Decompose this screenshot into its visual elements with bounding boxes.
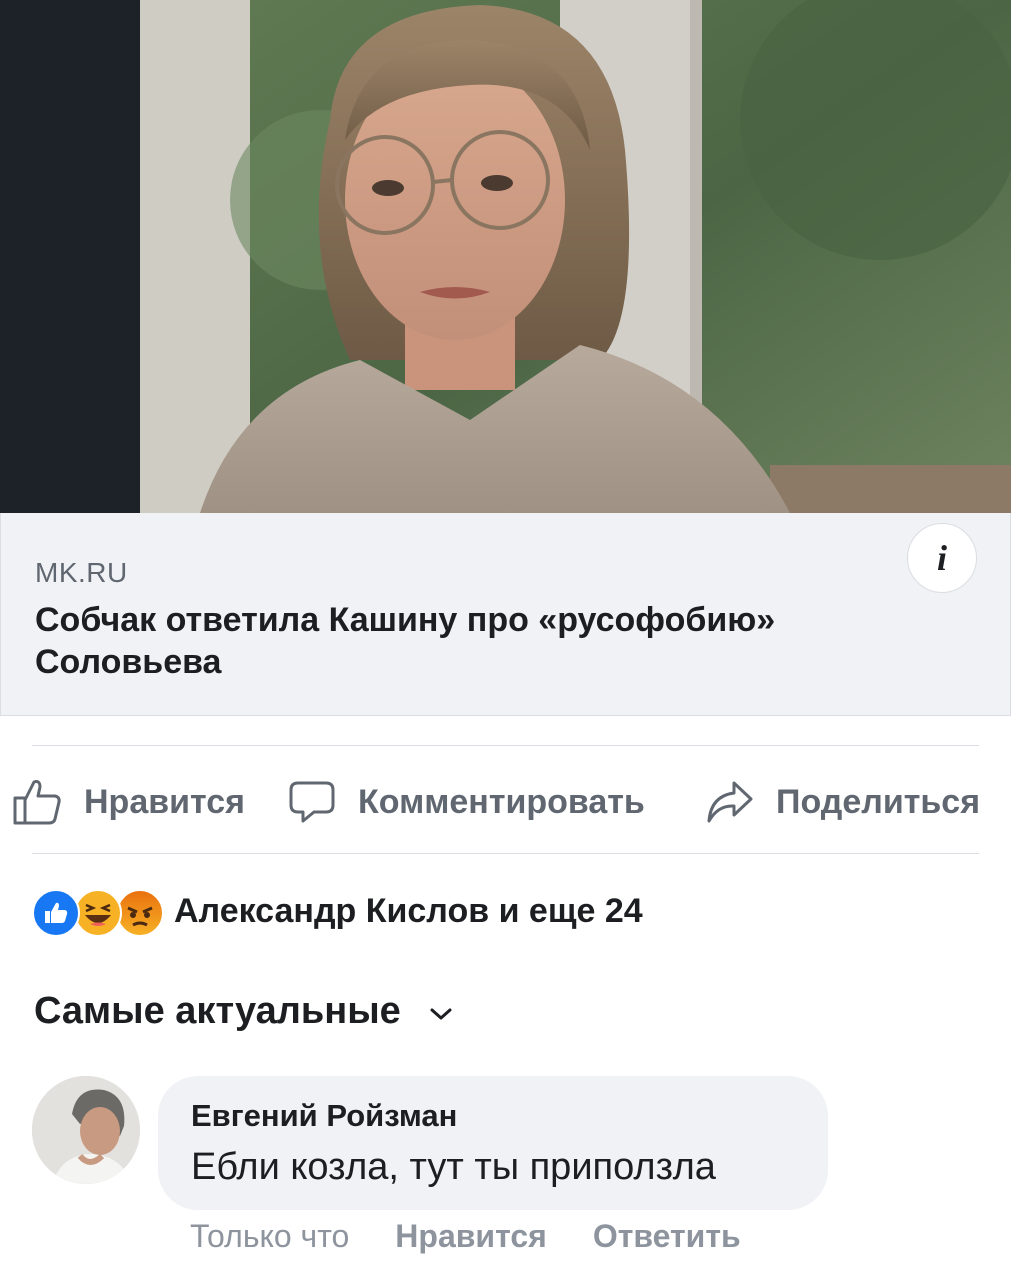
divider <box>32 853 979 854</box>
action-bar: Нравится Комментировать Поделиться <box>0 755 1011 845</box>
comment-button[interactable]: Комментировать <box>288 777 645 827</box>
comment-author[interactable]: Евгений Ройзман <box>191 1098 457 1134</box>
share-arrow-icon <box>707 781 753 823</box>
photo-woman-glasses <box>0 0 1011 513</box>
comment-label: Комментировать <box>358 782 645 821</box>
comment-reply-button[interactable]: Ответить <box>593 1218 741 1255</box>
chevron-down-icon <box>430 1008 452 1019</box>
comment-sort-dropdown[interactable]: Самые актуальные <box>34 990 453 1033</box>
link-domain: MK.RU <box>35 557 128 588</box>
like-label: Нравится <box>84 782 245 821</box>
like-button[interactable]: Нравится <box>12 777 245 827</box>
comment-bubble[interactable]: Евгений Ройзман Ебли козла, тут ты припо… <box>158 1076 828 1210</box>
comment-meta: Только что Нравится Ответить <box>190 1218 741 1255</box>
avatar[interactable] <box>32 1076 140 1184</box>
reactions-text[interactable]: Александр Кислов и еще 24 <box>174 892 643 931</box>
link-card[interactable]: i MK.RU Собчак ответила Кашину про «русо… <box>0 513 1011 716</box>
haha-reaction-icon <box>74 889 122 937</box>
avatar-photo <box>32 1076 140 1184</box>
angry-reaction-icon <box>116 889 164 937</box>
reaction-icons <box>32 887 166 937</box>
speech-bubble-icon <box>289 781 335 823</box>
comment-text: Ебли козла, тут ты приползла <box>191 1146 716 1188</box>
comment-time: Только что <box>190 1218 350 1254</box>
reactions-summary[interactable]: Александр Кислов и еще 24 <box>32 885 643 937</box>
link-title[interactable]: Собчак ответила Кашину про «русофобию» С… <box>35 599 915 683</box>
share-label: Поделиться <box>776 782 981 821</box>
sort-label: Самые актуальные <box>34 990 401 1032</box>
link-preview-image[interactable] <box>0 0 1011 513</box>
divider <box>32 745 979 746</box>
comment-like-button[interactable]: Нравится <box>395 1218 547 1255</box>
like-reaction-icon <box>32 889 80 937</box>
share-button[interactable]: Поделиться <box>706 777 980 827</box>
thumbs-up-icon <box>13 780 61 825</box>
info-icon[interactable]: i <box>907 523 977 593</box>
